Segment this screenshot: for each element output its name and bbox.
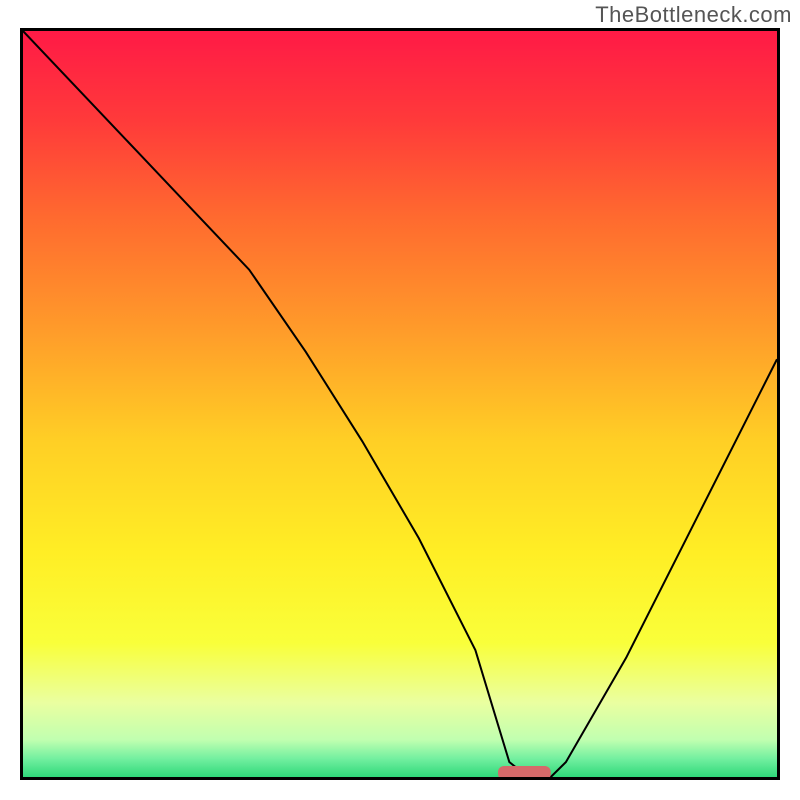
watermark-text: TheBottleneck.com [595, 2, 792, 28]
plot-svg [23, 31, 777, 777]
optimum-marker [498, 766, 551, 777]
gradient-rect [23, 31, 777, 777]
plot-area [20, 28, 780, 780]
chart-frame: TheBottleneck.com [0, 0, 800, 800]
